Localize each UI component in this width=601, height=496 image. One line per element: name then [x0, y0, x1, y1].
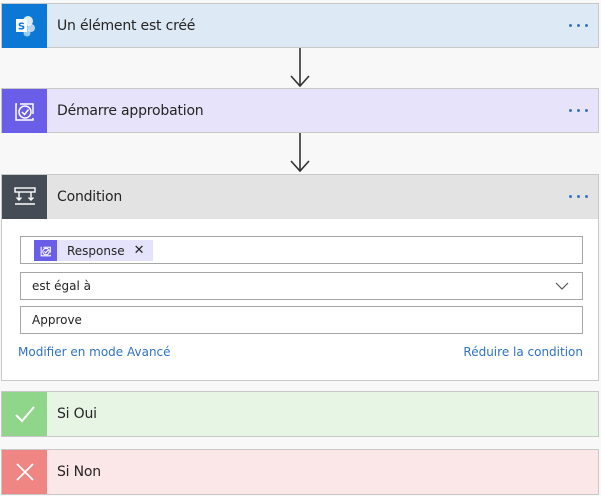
- arrow-down-icon: [290, 133, 310, 173]
- if-no-card[interactable]: Si Non: [1, 449, 599, 495]
- condition-icon: [2, 175, 47, 219]
- approval-card-header[interactable]: Démarre approbation: [2, 89, 598, 133]
- approval-more-menu[interactable]: [569, 109, 588, 113]
- svg-text:S: S: [17, 22, 24, 33]
- left-operand-field[interactable]: Response ✕: [20, 236, 583, 264]
- arrow-down-icon: [290, 48, 310, 88]
- right-operand-input[interactable]: Approve: [20, 306, 583, 334]
- advanced-mode-link[interactable]: Modifier en mode Avancé: [18, 345, 171, 359]
- condition-card: Condition Response ✕ est égal à Approve …: [1, 174, 599, 381]
- remove-token-icon[interactable]: ✕: [134, 244, 145, 257]
- approval-card[interactable]: Démarre approbation: [1, 88, 599, 133]
- if-yes-title: Si Oui: [57, 406, 97, 422]
- if-yes-card[interactable]: Si Oui: [1, 391, 599, 437]
- trigger-title: Un élément est créé: [57, 18, 196, 34]
- if-yes-card-header[interactable]: Si Oui: [2, 392, 598, 436]
- approval-icon: [2, 89, 47, 133]
- collapse-condition-link[interactable]: Réduire la condition: [463, 345, 583, 359]
- check-icon: [2, 392, 47, 436]
- close-icon: [2, 450, 47, 494]
- condition-card-header[interactable]: Condition: [2, 175, 598, 219]
- token-label: Response: [67, 243, 125, 258]
- trigger-more-menu[interactable]: [569, 24, 588, 28]
- operator-select[interactable]: est égal à: [20, 272, 583, 300]
- response-token[interactable]: Response ✕: [34, 240, 153, 261]
- right-operand-value: Approve: [32, 313, 82, 327]
- trigger-card-header[interactable]: S Un élément est créé: [2, 4, 598, 48]
- condition-more-menu[interactable]: [569, 195, 588, 199]
- chevron-down-icon: [555, 282, 569, 290]
- approval-title: Démarre approbation: [57, 103, 204, 119]
- sharepoint-icon: S: [2, 4, 47, 48]
- if-no-title: Si Non: [57, 464, 101, 480]
- condition-title: Condition: [57, 189, 123, 205]
- trigger-card[interactable]: S Un élément est créé: [1, 3, 599, 48]
- if-no-card-header[interactable]: Si Non: [2, 450, 598, 494]
- operator-value: est égal à: [32, 279, 92, 293]
- approval-icon: [34, 240, 57, 261]
